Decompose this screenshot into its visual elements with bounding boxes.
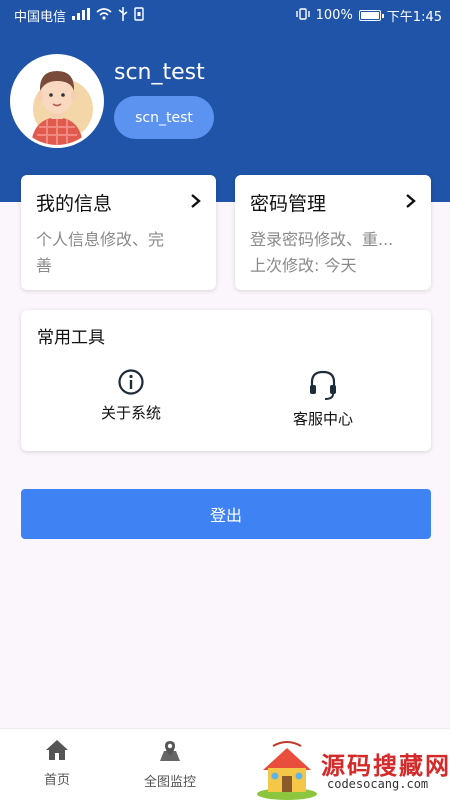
user-badge[interactable]: scn_test [114, 96, 214, 139]
tab-home[interactable]: 首页 [32, 739, 82, 788]
house-logo-icon [257, 741, 317, 800]
password-title: 密码管理 [250, 193, 327, 215]
tools-title: 常用工具 [37, 328, 105, 348]
common-tools-card: 常用工具 关于系统 客服中心 [21, 310, 431, 451]
clock: 下午1:45 [386, 9, 442, 25]
about-system-button[interactable]: 关于系统 [95, 368, 167, 423]
my-info-card[interactable]: 我的信息 个人信息修改、完 善 [21, 175, 216, 290]
username: scn_test [114, 60, 205, 85]
password-desc: 登录密码修改、重... 上次修改: 今天 [250, 227, 421, 279]
password-management-card[interactable]: 密码管理 登录密码修改、重... 上次修改: 今天 [235, 175, 431, 290]
battery-percent: 100% [315, 7, 353, 23]
chevron-right-icon [406, 194, 416, 208]
chevron-right-icon [191, 194, 201, 208]
logout-button[interactable]: 登出 [21, 489, 431, 539]
map-icon [160, 741, 180, 761]
carrier-label: 中国电信 [14, 9, 67, 25]
signal-icon [72, 8, 91, 22]
watermark-url: codesocang.com [327, 777, 429, 791]
avatar[interactable] [10, 54, 104, 148]
avatar-illustration [31, 71, 93, 145]
tab-map-monitor[interactable]: 全图监控 [130, 739, 210, 790]
tab-home-label: 首页 [43, 773, 70, 788]
my-info-title: 我的信息 [36, 193, 113, 215]
home-icon [46, 740, 68, 760]
watermark-title: 源码搜藏网 [321, 751, 450, 780]
vibrate-icon [295, 8, 310, 22]
battery-icon [358, 9, 384, 21]
wifi-icon [96, 8, 112, 22]
about-system-label: 关于系统 [100, 404, 161, 422]
my-info-desc-line: 个人信息修改、完 [36, 230, 165, 249]
status-bar: 中国电信 100% 下午1:45 [0, 0, 450, 30]
customer-service-button[interactable]: 客服中心 [283, 368, 363, 429]
tab-map-label: 全图监控 [143, 775, 196, 790]
password-last-changed: 上次修改: 今天 [250, 256, 357, 275]
status-left: 中国电信 [14, 6, 144, 25]
sim-icon [134, 7, 144, 23]
customer-service-label: 客服中心 [292, 410, 353, 428]
my-info-desc: 个人信息修改、完 善 [36, 227, 206, 279]
status-right: 100% 下午1:45 [295, 6, 442, 25]
usb-icon [118, 7, 128, 23]
headset-icon [310, 370, 336, 400]
password-desc-line: 登录密码修改、重... [250, 230, 394, 249]
info-icon [118, 369, 144, 395]
my-info-desc-line: 善 [36, 256, 53, 275]
watermark: 源码搜藏网 codesocang.com [253, 740, 450, 800]
